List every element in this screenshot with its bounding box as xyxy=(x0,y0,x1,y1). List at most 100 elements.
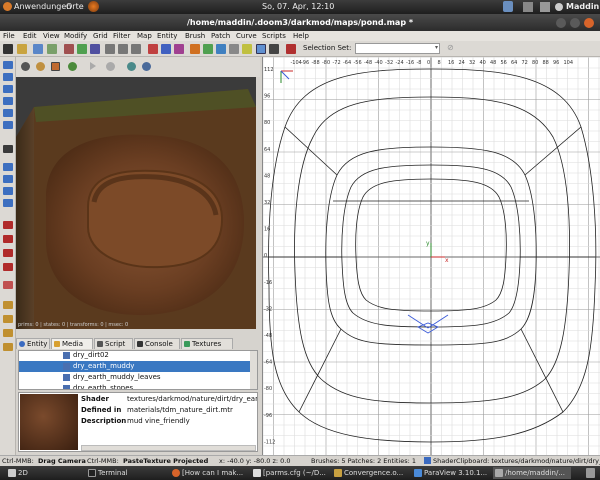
window-title-bar[interactable]: /home/maddin/.doom3/darkmod/maps/pond.ma… xyxy=(0,14,600,31)
menu-file[interactable]: File xyxy=(3,31,15,41)
flip-z-icon[interactable] xyxy=(131,44,141,54)
save-map-icon[interactable] xyxy=(17,44,27,54)
select-vertices-icon[interactable] xyxy=(3,97,13,105)
menu-brush[interactable]: Brush xyxy=(185,31,205,41)
undo-icon[interactable] xyxy=(33,44,43,54)
texture-tool-icon[interactable] xyxy=(3,281,13,289)
volume-icon[interactable] xyxy=(540,2,550,12)
tab-entity[interactable]: Entity xyxy=(16,338,50,349)
play-icon[interactable] xyxy=(90,62,96,70)
select-edges-icon[interactable] xyxy=(3,109,13,117)
task-paraview[interactable]: ParaView 3.10.1... xyxy=(412,467,492,479)
menu-edit[interactable]: Edit xyxy=(23,31,37,41)
user-icon[interactable] xyxy=(555,3,563,11)
natural-texture-icon[interactable] xyxy=(3,329,13,337)
render-solid-icon[interactable] xyxy=(36,62,45,71)
rotate-z-icon[interactable] xyxy=(90,44,100,54)
list-item[interactable]: dry_dirt02 xyxy=(19,351,251,361)
clear-selection-set-icon[interactable]: ⊘ xyxy=(447,43,454,52)
paint-icon[interactable] xyxy=(3,301,13,309)
chevron-down-icon[interactable]: ▾ xyxy=(435,44,438,51)
fit-texture-icon[interactable] xyxy=(3,315,13,323)
transform-translate-icon[interactable] xyxy=(3,61,13,69)
maximize-button[interactable] xyxy=(570,18,580,28)
info-scrollbar[interactable] xyxy=(81,445,256,451)
camera-move-icon[interactable] xyxy=(3,163,13,171)
select-touching-icon[interactable] xyxy=(148,44,158,54)
drag-mode-icon[interactable] xyxy=(256,44,266,54)
clock[interactable]: So, 07. Apr, 12:10 xyxy=(262,2,334,11)
csg-merge-icon[interactable] xyxy=(203,44,213,54)
menu-view[interactable]: View xyxy=(43,31,60,41)
trash-icon[interactable] xyxy=(586,468,595,478)
list-item[interactable]: dry_earth_muddy_leaves xyxy=(19,372,251,383)
menu-grid[interactable]: Grid xyxy=(93,31,108,41)
menu-help[interactable]: Help xyxy=(293,31,309,41)
task-browser[interactable]: [How can I mak... xyxy=(170,467,250,479)
firefox-launcher-icon[interactable] xyxy=(88,1,99,12)
applications-menu[interactable]: Anwendungen xyxy=(14,2,71,11)
rotate-y-icon[interactable] xyxy=(77,44,87,54)
hollow-icon[interactable] xyxy=(216,44,226,54)
patch-insert-icon[interactable] xyxy=(3,199,13,207)
brush-cuboid-icon[interactable] xyxy=(3,221,13,229)
task-editor[interactable]: [parms.cfg (~/D... xyxy=(251,467,331,479)
light-tool-icon[interactable] xyxy=(3,343,13,351)
render-lighting-icon[interactable] xyxy=(68,62,77,71)
patch-thicken-icon[interactable] xyxy=(3,175,13,183)
places-menu[interactable]: Orte xyxy=(66,2,84,11)
select-complete-tall-icon[interactable] xyxy=(174,44,184,54)
task-darkradiant[interactable]: /home/maddin/... xyxy=(493,467,571,479)
camera-view[interactable]: prims: 0 | states: 0 | transforms: 0 | m… xyxy=(16,77,256,329)
texture-lock-icon[interactable] xyxy=(242,44,252,54)
brush-cone-icon[interactable] xyxy=(3,249,13,257)
redo-icon[interactable] xyxy=(47,44,57,54)
network-icon[interactable] xyxy=(523,2,533,12)
transform-scale-icon[interactable] xyxy=(3,85,13,93)
brush-prism-icon[interactable] xyxy=(3,235,13,243)
list-item[interactable]: dry_earth_muddy xyxy=(19,361,251,372)
tab-textures[interactable]: Textures xyxy=(181,338,233,349)
user-menu[interactable]: Maddin xyxy=(566,2,599,11)
menu-map[interactable]: Map xyxy=(137,31,152,41)
stop-icon[interactable] xyxy=(106,62,115,71)
clipper-icon[interactable] xyxy=(229,44,239,54)
render-textured-icon[interactable] xyxy=(51,62,60,71)
flip-y-icon[interactable] xyxy=(118,44,128,54)
brush-sphere-icon[interactable] xyxy=(3,263,13,271)
new-map-icon[interactable] xyxy=(3,44,13,54)
menu-curve[interactable]: Curve xyxy=(236,31,257,41)
minimize-button[interactable] xyxy=(556,18,566,28)
select-faces-icon[interactable] xyxy=(3,121,13,129)
patch-cap-icon[interactable] xyxy=(3,187,13,195)
render-wireframe-icon[interactable] xyxy=(21,62,30,71)
transform-rotate-icon[interactable] xyxy=(3,73,13,81)
distro-icon[interactable] xyxy=(3,2,12,11)
far-clip-out-icon[interactable] xyxy=(142,62,151,71)
task-convergence[interactable]: Convergence.o... xyxy=(332,467,406,479)
far-clip-in-icon[interactable] xyxy=(127,62,136,71)
close-button[interactable] xyxy=(584,18,594,28)
menu-patch[interactable]: Patch xyxy=(211,31,230,41)
ortho-view[interactable]: -104 -96 -88 -80 -72 -64 -56 -48 -40 -32 -24 -16 -8 0… xyxy=(262,57,600,455)
security-icon[interactable] xyxy=(503,1,513,12)
list-item[interactable]: dry_earth_stones xyxy=(19,383,251,389)
tab-console[interactable]: Console xyxy=(134,338,180,349)
entity-mode-icon[interactable] xyxy=(286,44,296,54)
select-inside-icon[interactable] xyxy=(161,44,171,54)
rotate-x-icon[interactable] xyxy=(64,44,74,54)
media-tree[interactable]: dry_dirt02 dry_earth_muddy dry_earth_mud… xyxy=(18,350,258,390)
tab-media[interactable]: Media xyxy=(51,338,93,349)
task-2d[interactable]: 2D xyxy=(6,467,76,479)
menu-entity[interactable]: Entity xyxy=(157,31,177,41)
flip-x-icon[interactable] xyxy=(105,44,115,54)
clipper-tool-icon[interactable] xyxy=(3,145,13,153)
menu-modify[interactable]: Modify xyxy=(64,31,87,41)
csg-subtract-icon[interactable] xyxy=(190,44,200,54)
menu-filter[interactable]: Filter xyxy=(113,31,130,41)
list-scrollbar[interactable] xyxy=(250,351,257,389)
resize-mode-icon[interactable] xyxy=(269,44,279,54)
tab-script[interactable]: Script xyxy=(94,338,133,349)
menu-scripts[interactable]: Scripts xyxy=(262,31,286,41)
task-terminal[interactable]: Terminal xyxy=(86,467,152,479)
